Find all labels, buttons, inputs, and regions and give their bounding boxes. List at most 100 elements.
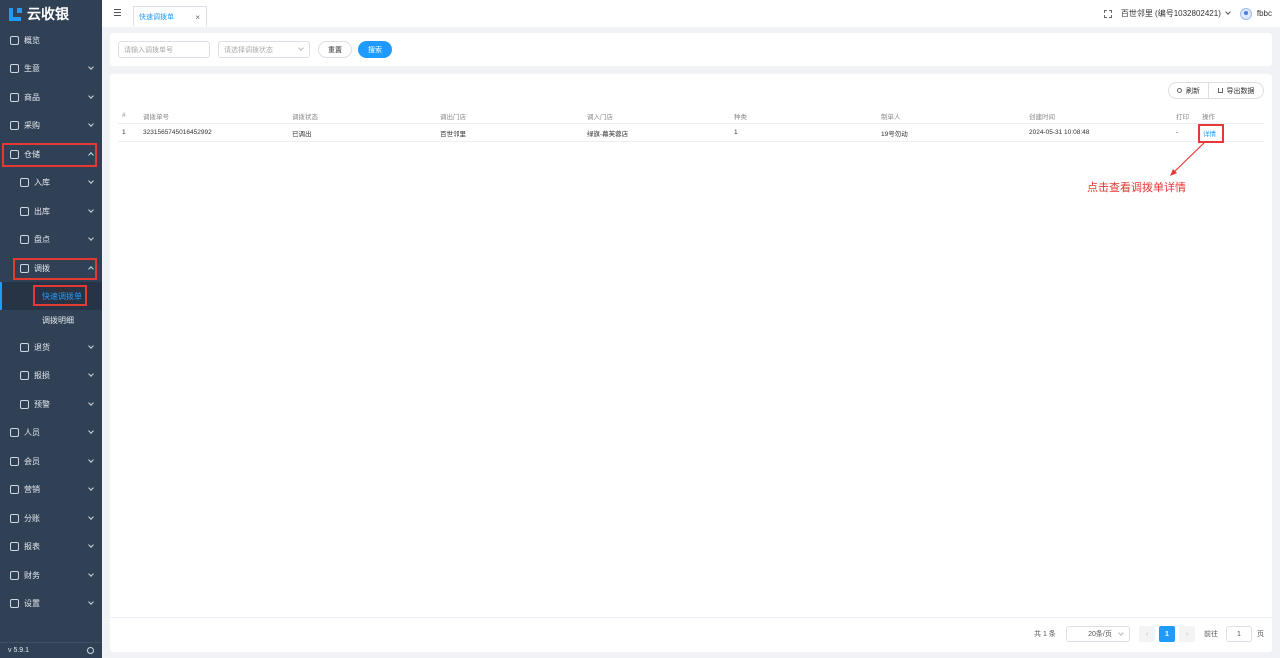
cart-icon [10,120,19,130]
order-number-input[interactable]: 请输入调拨单号 [118,41,210,58]
sidebar-item-outbound[interactable]: 出库 [0,197,102,225]
chevron-down-icon [88,400,94,406]
shop-name: 百世邻里 (编号1032802421) [1120,9,1221,18]
sidebar-item-overview[interactable]: 概览 [0,26,102,54]
annotation-arrow [1170,142,1205,176]
sidebar-item-reports[interactable]: 报表 [0,532,102,560]
settings-icon [10,598,19,608]
chevron-down-icon [88,64,94,70]
chevron-down-icon [88,542,94,548]
sidebar-item-label: 入库 [34,177,50,187]
chevron-down-icon [88,371,94,377]
sidebar-item-label: 人员 [24,427,40,437]
highlight-box-quick-transfer [33,285,87,306]
close-icon[interactable]: × [195,13,200,22]
goods-icon [10,92,19,102]
returns-icon [20,342,29,352]
sidebar-item-staff[interactable]: 人员 [0,418,102,446]
sidebar-item-label: 报损 [34,370,50,380]
refresh-label: 刷新 [1186,87,1200,95]
app-logo[interactable]: 云收银 [0,0,102,28]
col-action: 操作 [1202,113,1215,121]
sidebar-item-business[interactable]: 生意 [0,54,102,82]
refresh-button[interactable]: 刷新 [1168,82,1209,99]
search-panel: 请输入调拨单号 请选择调拨状态 重置 搜索 [110,33,1272,66]
chevron-down-icon [88,457,94,463]
sidebar-footer: v 5.9.1 [0,642,102,658]
sidebar-item-finance[interactable]: 财务 [0,561,102,589]
sidebar-item-goods[interactable]: 商品 [0,83,102,111]
sidebar-item-transfer-detail[interactable]: 调拨明细 [0,306,102,334]
stocktake-icon [20,234,29,244]
highlight-box-warehouse [2,143,97,167]
cell-kinds: 1 [734,129,738,136]
main-panel: 刷新 导出数据 # 调拨单号 调拨状态 调出门店 调入门店 种类 制单人 创建时… [110,74,1272,652]
col-from-store: 调出门店 [440,113,466,121]
sidebar-item-alert[interactable]: 预警 [0,390,102,418]
chevron-down-icon [88,121,94,127]
gear-icon[interactable] [87,647,94,654]
sidebar-item-purchase[interactable]: 采购 [0,111,102,139]
sidebar-item-settings[interactable]: 设置 [0,589,102,617]
col-index: # [122,112,126,119]
sidebar-item-returns[interactable]: 退货 [0,333,102,361]
logo-icon [9,7,22,21]
menu-collapse-icon[interactable] [114,9,121,16]
search-button[interactable]: 搜索 [358,41,392,58]
inbound-icon [20,177,29,187]
col-print: 打印 [1176,113,1189,121]
tab-quick-transfer[interactable]: 快速调拨单 × [133,6,207,26]
col-status: 调拨状态 [292,113,318,121]
avatar[interactable] [1239,7,1252,20]
fullscreen-icon[interactable] [1103,9,1112,18]
cell-from-store: 百世邻里 [440,130,466,138]
col-order-no: 调拨单号 [143,113,169,121]
sidebar-item-label: 退货 [34,342,50,352]
transfer-status-placeholder: 请选择调拨状态 [224,46,273,54]
table-row: 1 3231565745016452992 已调出 百世邻里 绿旗-幕芙蓉店 1… [118,124,1264,142]
sidebar-item-label: 营销 [24,484,40,494]
report-icon [10,541,19,551]
sidebar-item-marketing[interactable]: 营销 [0,475,102,503]
sidebar-item-label: 调拨明细 [42,315,74,325]
col-created-at: 创建时间 [1029,113,1055,121]
chevron-down-icon [298,45,304,51]
chevron-down-icon [88,235,94,241]
chevron-down-icon [88,571,94,577]
member-icon [10,456,19,466]
shop-selector[interactable]: 百世邻里 (编号1032802421) [1120,8,1231,19]
staff-icon [10,427,19,437]
sidebar-item-inbound[interactable]: 入库 [0,168,102,196]
dashboard-icon [10,35,19,45]
cell-order-no: 3231565745016452992 [143,129,212,136]
transfer-status-select[interactable]: 请选择调拨状态 [218,41,310,58]
cell-creator: 19号勿动 [881,130,908,138]
export-button[interactable]: 导出数据 [1208,82,1264,99]
sidebar-item-label: 商品 [24,92,40,102]
reset-button[interactable]: 重置 [318,41,352,58]
chevron-down-icon [1225,9,1231,15]
sidebar-item-label: 盘点 [34,234,50,244]
col-kinds: 种类 [734,113,747,121]
tab-label: 快速调拨单 [139,13,174,21]
split-icon [10,513,19,523]
chevron-down-icon [88,343,94,349]
sidebar-item-label: 分账 [24,513,40,523]
sidebar-item-label: 会员 [24,456,40,466]
sidebar-item-label: 生意 [24,63,40,73]
chevron-down-icon [88,514,94,520]
sidebar-item-damage[interactable]: 报损 [0,361,102,389]
user-name[interactable]: fbbc [1257,9,1272,18]
sidebar-item-member[interactable]: 会员 [0,447,102,475]
chevron-down-icon [88,207,94,213]
cell-print: - [1176,129,1179,136]
sidebar-item-stocktake[interactable]: 盘点 [0,225,102,253]
sidebar-item-label: 报表 [24,541,40,551]
annotation-text: 点击查看调拨单详情 [1087,182,1186,194]
cell-status: 已调出 [292,130,312,138]
highlight-box-transfer [13,258,97,280]
sidebar-item-split[interactable]: 分账 [0,504,102,532]
chevron-down-icon [88,485,94,491]
col-to-store: 调入门店 [587,113,613,121]
finance-icon [10,570,19,580]
